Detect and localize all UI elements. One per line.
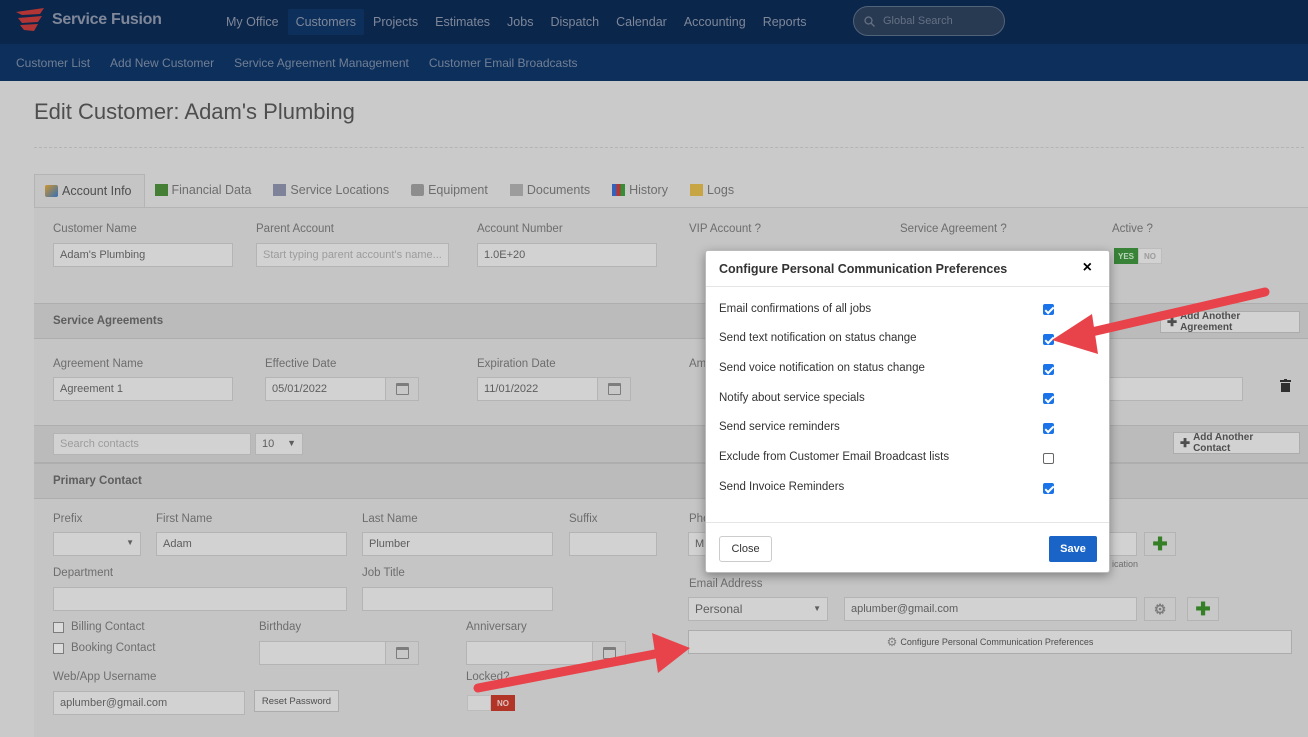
pref-label: Exclude from Customer Email Broadcast li… xyxy=(719,451,950,463)
dialog-header: Configure Personal Communication Prefere… xyxy=(706,251,1109,287)
close-button[interactable]: Close xyxy=(719,536,772,562)
pref-checkbox[interactable] xyxy=(1043,483,1054,494)
dialog-footer: Close Save xyxy=(706,522,1109,573)
dialog-title: Configure Personal Communication Prefere… xyxy=(719,262,1008,276)
pref-label: Send service reminders xyxy=(719,421,840,433)
pref-label: Notify about service specials xyxy=(719,392,865,404)
pref-checkbox[interactable] xyxy=(1043,453,1054,464)
pref-label: Send voice notification on status change xyxy=(719,362,925,374)
pref-label: Send text notification on status change xyxy=(719,332,917,344)
save-button[interactable]: Save xyxy=(1049,536,1097,562)
pref-checkbox[interactable] xyxy=(1043,364,1054,375)
pref-checkbox[interactable] xyxy=(1043,423,1054,434)
pref-label: Email confirmations of all jobs xyxy=(719,303,872,315)
close-icon[interactable]: × xyxy=(1083,259,1092,277)
pref-checkbox[interactable] xyxy=(1043,393,1054,404)
pref-checkbox[interactable] xyxy=(1043,334,1054,345)
pref-checkbox[interactable] xyxy=(1043,304,1054,315)
pref-label: Send Invoice Reminders xyxy=(719,481,845,493)
modal-backdrop[interactable] xyxy=(0,0,1308,737)
communication-preferences-dialog: Configure Personal Communication Prefere… xyxy=(705,250,1110,573)
